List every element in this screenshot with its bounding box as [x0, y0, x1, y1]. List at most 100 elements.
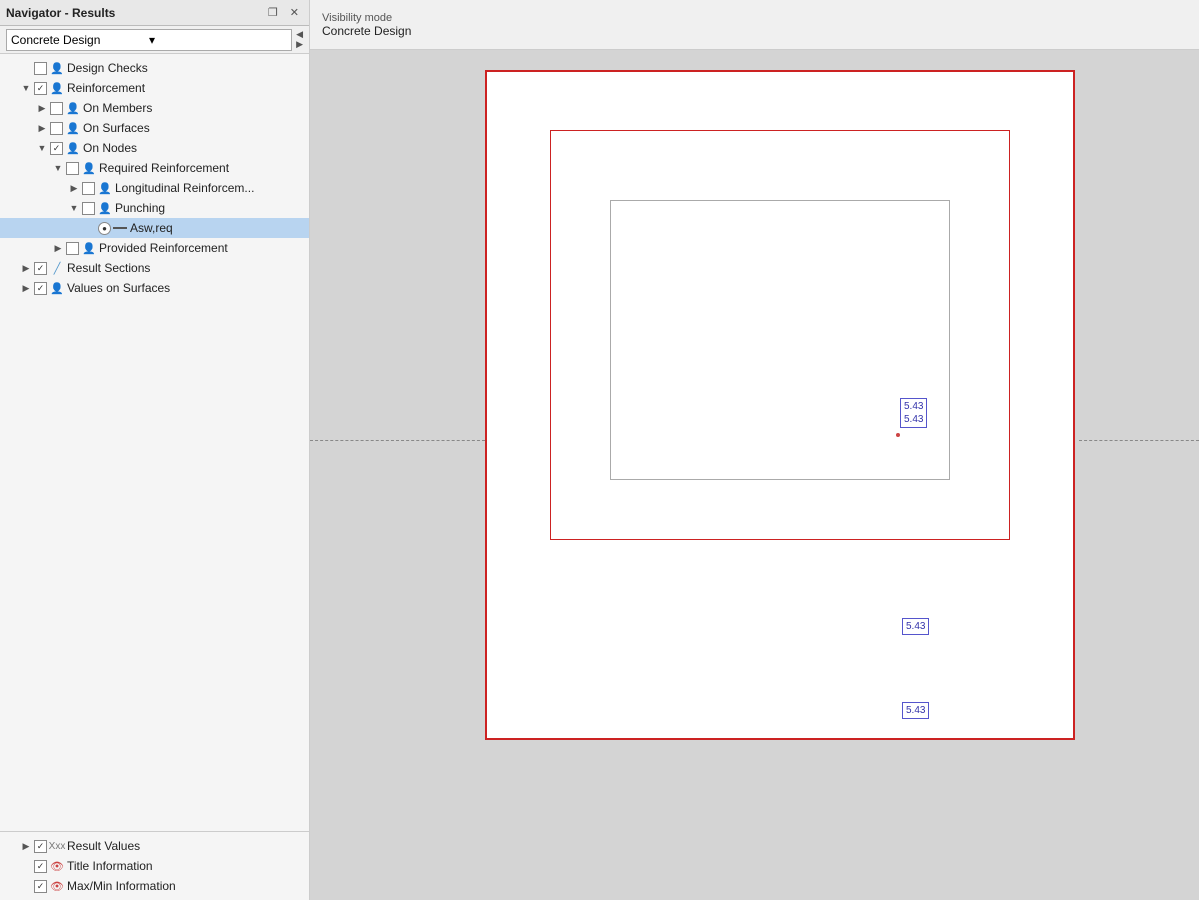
value-label-2-line1: 5.43 — [906, 620, 925, 633]
label-provided-reinforcement: Provided Reinforcement — [99, 241, 228, 255]
close-icon[interactable]: ✕ — [286, 4, 303, 21]
checkbox-values-on-surfaces[interactable] — [34, 282, 47, 295]
label-reinforcement: Reinforcement — [67, 81, 145, 95]
label-punching: Punching — [115, 201, 165, 215]
label-on-nodes: On Nodes — [83, 141, 137, 155]
next-arrow[interactable]: ▶ — [296, 40, 303, 49]
radio-asw-req[interactable] — [98, 222, 111, 235]
checkbox-result-sections[interactable] — [34, 262, 47, 275]
checkbox-provided-reinforcement[interactable] — [66, 242, 79, 255]
toggle-provided-reinforcement: ▶ — [52, 243, 64, 254]
checkbox-reinforcement[interactable] — [34, 82, 47, 95]
tree-item-result-values[interactable]: ▶ Xxx Result Values — [0, 836, 309, 856]
checkbox-required-reinforcement[interactable] — [66, 162, 79, 175]
toggle-result-sections: ▶ — [20, 263, 32, 274]
tree-item-required-reinforcement[interactable]: ▼ 👤 Required Reinforcement — [0, 158, 309, 178]
tree-item-on-nodes[interactable]: ▼ 👤 On Nodes — [0, 138, 309, 158]
tree-item-maxmin-information[interactable]: 👁 Max/Min Information — [0, 876, 309, 896]
tree-item-punching[interactable]: ▼ 👤 Punching — [0, 198, 309, 218]
toggle-result-values: ▶ — [20, 841, 32, 852]
toggle-on-surfaces: ▶ — [36, 123, 48, 134]
label-title-information: Title Information — [67, 859, 153, 873]
tree-item-title-information[interactable]: 👁 Title Information — [0, 856, 309, 876]
panel-header: Navigator - Results ❐ ✕ — [0, 0, 309, 26]
value-label-3: 5.43 — [902, 702, 929, 719]
tree-item-result-sections[interactable]: ▶ ╱ Result Sections — [0, 258, 309, 278]
toggle-values-on-surfaces: ▶ — [20, 283, 32, 294]
tree-item-design-checks[interactable]: 👤 Design Checks — [0, 58, 309, 78]
value-label-1-line1: 5.43 — [904, 400, 923, 413]
label-required-reinforcement: Required Reinforcement — [99, 161, 229, 175]
label-result-sections: Result Sections — [67, 261, 150, 275]
tree-item-longitudinal[interactable]: ▶ 👤 Longitudinal Reinforcem... — [0, 178, 309, 198]
restore-icon[interactable]: ❐ — [264, 4, 282, 21]
checkbox-design-checks[interactable] — [34, 62, 47, 75]
value-label-1-line2: 5.43 — [904, 413, 923, 426]
panel-header-icons: ❐ ✕ — [264, 4, 303, 21]
label-longitudinal: Longitudinal Reinforcem... — [115, 181, 254, 195]
label-design-checks: Design Checks — [67, 61, 148, 75]
checkbox-on-nodes[interactable] — [50, 142, 63, 155]
icon-provided-reinforcement: 👤 — [81, 240, 97, 256]
visibility-bar: Visibility mode Concrete Design — [310, 0, 1199, 50]
dropdown-bar: Concrete Design ▾ ◀ ▶ — [0, 26, 309, 54]
toggle-punching: ▼ — [68, 203, 80, 213]
left-panel: Navigator - Results ❐ ✕ Concrete Design … — [0, 0, 310, 900]
label-on-surfaces: On Surfaces — [83, 121, 150, 135]
tree-item-provided-reinforcement[interactable]: ▶ 👤 Provided Reinforcement — [0, 238, 309, 258]
panel-title: Navigator - Results — [6, 6, 115, 20]
toggle-reinforcement: ▼ — [20, 83, 32, 93]
icon-maxmin-information: 👁 — [49, 878, 65, 894]
icon-on-nodes: 👤 — [65, 140, 81, 156]
tree-item-reinforcement[interactable]: ▼ 👤 Reinforcement — [0, 78, 309, 98]
tree-container: 👤 Design Checks ▼ 👤 Reinforcement ▶ 👤 On… — [0, 54, 309, 831]
icon-on-members: 👤 — [65, 100, 81, 116]
icon-design-checks: 👤 — [49, 60, 65, 76]
icon-punching: 👤 — [97, 200, 113, 216]
dot-marker-1 — [896, 433, 900, 437]
label-on-members: On Members — [83, 101, 152, 115]
label-maxmin-information: Max/Min Information — [67, 879, 176, 893]
dashed-line-right — [1079, 440, 1199, 441]
label-result-values: Result Values — [67, 839, 140, 853]
label-values-on-surfaces: Values on Surfaces — [67, 281, 170, 295]
value-label-1: 5.43 5.43 — [900, 398, 927, 428]
icon-on-surfaces: 👤 — [65, 120, 81, 136]
module-dropdown[interactable]: Concrete Design ▾ — [6, 29, 292, 51]
tree-item-on-members[interactable]: ▶ 👤 On Members — [0, 98, 309, 118]
tree-item-on-surfaces[interactable]: ▶ 👤 On Surfaces — [0, 118, 309, 138]
checkbox-on-surfaces[interactable] — [50, 122, 63, 135]
prev-arrow[interactable]: ◀ — [296, 30, 303, 39]
label-asw-req: Asw,req — [130, 221, 173, 235]
dropdown-value: Concrete Design — [11, 33, 149, 47]
icon-longitudinal: 👤 — [97, 180, 113, 196]
dropdown-chevron: ▾ — [149, 33, 287, 47]
icon-result-values: Xxx — [49, 838, 65, 854]
tree-item-asw-req[interactable]: Asw,req — [0, 218, 309, 238]
icon-reinforcement: 👤 — [49, 80, 65, 96]
visibility-mode-value: Concrete Design — [322, 24, 1187, 38]
checkbox-title-information[interactable] — [34, 860, 47, 873]
toggle-longitudinal: ▶ — [68, 183, 80, 194]
value-label-2: 5.43 — [902, 618, 929, 635]
dash-icon — [113, 227, 127, 229]
checkbox-longitudinal[interactable] — [82, 182, 95, 195]
icon-values-on-surfaces: 👤 — [49, 280, 65, 296]
dashed-line-left — [310, 440, 485, 441]
right-panel: Visibility mode Concrete Design 5.43 5.4… — [310, 0, 1199, 900]
visibility-mode-label: Visibility mode — [322, 12, 1187, 24]
icon-title-information: 👁 — [49, 858, 65, 874]
checkbox-on-members[interactable] — [50, 102, 63, 115]
icon-result-sections: ╱ — [49, 260, 65, 276]
icon-required-reinforcement: 👤 — [81, 160, 97, 176]
toggle-on-members: ▶ — [36, 103, 48, 114]
checkbox-punching[interactable] — [82, 202, 95, 215]
nav-arrows: ◀ ▶ — [296, 30, 303, 49]
toggle-required-reinforcement: ▼ — [52, 163, 64, 173]
checkbox-result-values[interactable] — [34, 840, 47, 853]
canvas-area[interactable]: 5.43 5.43 5.43 5.43 — [310, 50, 1199, 900]
inner-gray-rect — [610, 200, 950, 480]
checkbox-maxmin-information[interactable] — [34, 880, 47, 893]
bottom-section: ▶ Xxx Result Values 👁 Title Information … — [0, 831, 309, 900]
tree-item-values-on-surfaces[interactable]: ▶ 👤 Values on Surfaces — [0, 278, 309, 298]
